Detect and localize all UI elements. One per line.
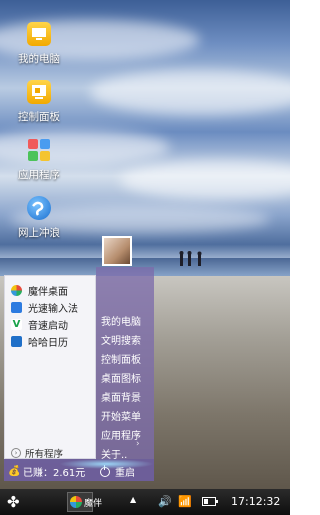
system-item-applications[interactable]: 应用程序 xyxy=(101,427,141,442)
apps-grid-icon xyxy=(27,138,51,162)
menu-app-sound-launch[interactable]: V 音速启动 xyxy=(11,317,68,332)
menu-app-mojian-desktop[interactable]: 魔伴桌面 xyxy=(11,283,68,298)
system-item-desktop-icons[interactable]: 桌面图标 xyxy=(101,370,141,385)
battery-icon[interactable] xyxy=(202,497,218,506)
system-item-my-computer[interactable]: 我的电脑 xyxy=(101,313,141,328)
desktop-icon-label: 控制面板 xyxy=(18,111,60,123)
desktop-icon-label: 网上冲浪 xyxy=(18,227,60,239)
start-menu-system-panel: 我的电脑 文明搜索 控制面板 桌面图标 桌面背景 开始菜单 应用程序 关于.. … xyxy=(96,267,154,461)
calendar-icon xyxy=(11,335,22,347)
tray-expand-arrow-icon[interactable]: ▲ xyxy=(130,495,136,504)
mojian-desktop-icon xyxy=(11,284,22,296)
mojian-app-icon xyxy=(70,496,82,508)
wifi-icon[interactable]: 📶 xyxy=(178,495,192,508)
all-programs-label: 所有程序 xyxy=(25,449,64,460)
menu-app-input-method[interactable]: 光速输入法 xyxy=(11,300,78,315)
menu-app-label: 音速启动 xyxy=(28,320,68,332)
menu-app-calendar[interactable]: 哈哈日历 xyxy=(11,334,68,349)
start-menu: 魔伴桌面 光速输入法 V 音速启动 哈哈日历 › 所有程序 我的电脑 文明搜索 … xyxy=(4,267,154,489)
start-menu-app-list: 魔伴桌面 光速输入法 V 音速启动 哈哈日历 › 所有程序 xyxy=(4,275,96,460)
input-method-icon xyxy=(11,301,22,313)
desktop-icon-my-computer[interactable]: 我的电脑 xyxy=(8,22,70,66)
system-item-search[interactable]: 文明搜索 xyxy=(101,332,141,347)
taskbar: ✤ 魔伴 ▲ 🔊 📶 17:12:32 xyxy=(0,489,290,515)
control-panel-icon xyxy=(27,80,51,104)
menu-app-label: 哈哈日历 xyxy=(28,337,68,349)
system-item-control-panel[interactable]: 控制面板 xyxy=(101,351,141,366)
system-item-desktop-background[interactable]: 桌面背景 xyxy=(101,389,141,404)
computer-icon xyxy=(27,22,51,46)
user-avatar[interactable] xyxy=(102,236,132,266)
desktop-icon-web-surfing[interactable]: 网上冲浪 xyxy=(8,196,70,240)
desktop-icon-label: 应用程序 xyxy=(18,169,60,181)
start-clover-icon[interactable]: ✤ xyxy=(7,494,23,510)
taskbar-app-mojian[interactable]: 魔伴 xyxy=(67,492,102,512)
desktop-icon-applications[interactable]: 应用程序 xyxy=(8,138,70,182)
beach-people xyxy=(179,251,202,266)
desktop-icon-label: 我的电脑 xyxy=(18,53,60,65)
system-item-start-menu[interactable]: 开始菜单 xyxy=(101,408,141,423)
desktop-icon-control-panel[interactable]: 控制面板 xyxy=(8,80,70,124)
decorative-glow xyxy=(59,459,154,469)
money-bag-icon: 💰 xyxy=(8,466,21,477)
volume-icon[interactable]: 🔊 xyxy=(158,495,172,508)
sound-launch-icon: V xyxy=(11,318,22,330)
menu-app-label: 魔伴桌面 xyxy=(28,286,68,298)
taskbar-app-label: 魔伴 xyxy=(84,498,103,509)
taskbar-clock[interactable]: 17:12:32 xyxy=(231,495,280,508)
browser-globe-icon xyxy=(27,196,51,220)
all-programs-button[interactable]: › 所有程序 xyxy=(11,446,63,460)
menu-app-label: 光速输入法 xyxy=(28,303,78,315)
arrow-right-circle-icon: › xyxy=(11,448,21,458)
chevron-right-icon: › xyxy=(136,439,140,449)
